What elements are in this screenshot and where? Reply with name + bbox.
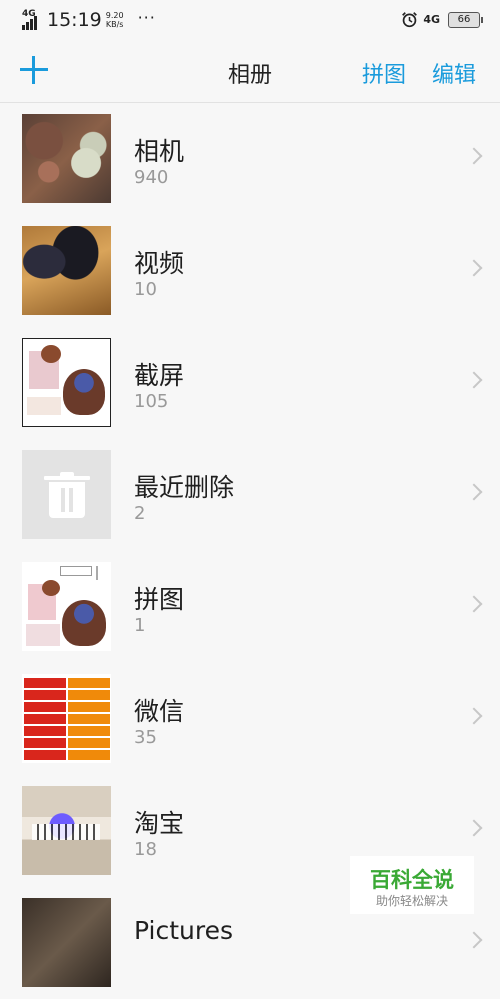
album-row-wechat[interactable]: 微信 35 xyxy=(0,663,500,775)
watermark-subtitle: 助你轻松解决 xyxy=(375,894,448,908)
signal-icon: 4G xyxy=(22,9,44,30)
top-app-bar: 相册 拼图 编辑 xyxy=(0,40,500,103)
chevron-right-icon xyxy=(465,595,483,613)
status-bar: 4G 15:19 9.20 KB/s ··· 4G 66 xyxy=(0,0,500,40)
network-speed: 9.20 KB/s xyxy=(106,11,124,29)
album-thumbnail xyxy=(22,674,111,763)
album-count: 105 xyxy=(134,391,169,412)
collage-button[interactable]: 拼图 xyxy=(362,57,406,89)
album-name: 微信 xyxy=(134,697,185,726)
album-count: 2 xyxy=(134,503,146,524)
album-count: 1 xyxy=(134,615,146,636)
more-notifications-icon: ··· xyxy=(137,7,156,27)
album-name: 截屏 xyxy=(134,361,185,390)
chevron-right-icon xyxy=(465,819,483,837)
album-row-screenshots[interactable]: 截屏 105 xyxy=(0,327,500,439)
page-title: 相册 xyxy=(227,63,272,88)
chevron-right-icon xyxy=(465,259,483,277)
album-row-recently-deleted[interactable]: 最近删除 2 xyxy=(0,439,500,551)
edit-button[interactable]: 编辑 xyxy=(432,57,476,89)
album-count: 940 xyxy=(134,167,169,188)
chevron-right-icon xyxy=(465,931,483,949)
album-thumbnail xyxy=(22,898,111,987)
album-name: Pictures xyxy=(134,916,233,945)
album-row-collage[interactable]: 拼图 1 xyxy=(0,551,500,663)
album-thumbnail xyxy=(22,786,111,875)
chevron-right-icon xyxy=(465,483,483,501)
watermark: 百科全说 助你轻松解决 xyxy=(350,856,474,914)
album-thumbnail xyxy=(22,114,111,203)
watermark-title: 百科全说 xyxy=(370,868,454,892)
album-row-camera[interactable]: 相机 940 xyxy=(0,103,500,215)
album-name: 最近删除 xyxy=(134,473,235,502)
album-thumbnail xyxy=(22,450,111,539)
album-row-video[interactable]: 视频 10 xyxy=(0,215,500,327)
speed-value: 9.20 xyxy=(105,11,124,20)
trash-icon xyxy=(44,472,90,518)
alarm-clock-icon xyxy=(402,12,418,28)
chevron-right-icon xyxy=(465,147,483,165)
chevron-right-icon xyxy=(465,371,483,389)
clock: 15:19 xyxy=(47,9,102,31)
speed-unit: KB/s xyxy=(105,20,124,29)
network-4g-label: 4G xyxy=(423,13,440,26)
battery-icon: 66 xyxy=(448,11,483,28)
album-name: 视频 xyxy=(134,249,185,278)
album-name: 拼图 xyxy=(134,585,185,614)
album-thumbnail xyxy=(22,338,111,427)
album-name: 淘宝 xyxy=(134,809,185,838)
album-name: 相机 xyxy=(134,137,185,166)
chevron-right-icon xyxy=(465,707,483,725)
album-thumbnail xyxy=(22,226,111,315)
album-thumbnail xyxy=(22,562,111,651)
album-count: 10 xyxy=(134,279,157,300)
album-count: 18 xyxy=(134,839,157,860)
album-count: 35 xyxy=(134,727,157,748)
